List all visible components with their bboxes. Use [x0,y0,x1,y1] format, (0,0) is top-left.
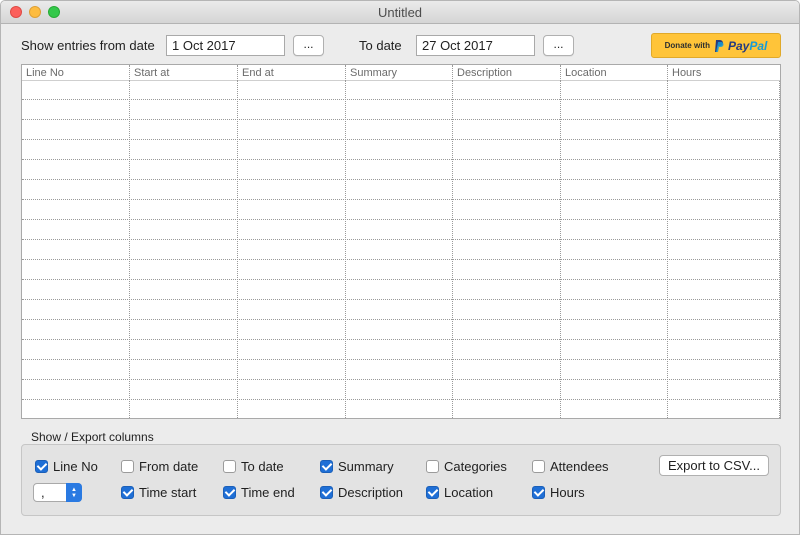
checkbox-label: Description [338,485,404,500]
checkbox-line-no[interactable]: Line No [35,459,98,474]
checkbox-label: Categories [444,459,507,474]
app-window: Untitled Show entries from date 1 Oct 20… [0,0,800,535]
checkbox-to-date[interactable]: To date [223,459,284,474]
row-divider [22,319,780,320]
checkbox-checked-icon[interactable] [320,460,333,473]
paypal-brand-b: Pal [749,38,768,53]
checkbox-label: Attendees [550,459,609,474]
updown-arrows-icon[interactable]: ▲ ▼ [66,483,82,502]
checkbox-unchecked-icon[interactable] [223,460,236,473]
checkbox-hours[interactable]: Hours [532,485,585,500]
table-header: Line No Start at End at Summary Descript… [22,65,780,81]
separator-value: , [41,485,45,500]
column-header-hours[interactable]: Hours [667,65,780,81]
donate-prefix: Donate with [664,41,710,50]
row-divider [22,219,780,220]
checkbox-label: Time start [139,485,197,500]
checkbox-checked-icon[interactable] [223,486,236,499]
checkbox-label: Time end [241,485,295,500]
from-date-field[interactable]: 1 Oct 2017 [166,35,285,56]
row-divider [22,259,780,260]
column-header-summary[interactable]: Summary [345,65,452,81]
row-divider [22,199,780,200]
checkbox-label: Line No [53,459,98,474]
checkbox-unchecked-icon[interactable] [532,460,545,473]
from-date-label: Show entries from date [21,38,155,53]
column-header-line-no[interactable]: Line No [22,65,129,81]
checkbox-categories[interactable]: Categories [426,459,507,474]
column-divider [129,81,130,418]
checkbox-label: From date [139,459,199,474]
paypal-donate-button[interactable]: Donate with PayPal [651,33,781,58]
row-divider [22,119,780,120]
checkbox-label: To date [241,459,284,474]
to-date-label: To date [359,38,402,53]
checkbox-time-end[interactable]: Time end [223,485,295,500]
column-divider [452,81,453,418]
paypal-brand-a: Pay [727,38,750,53]
checkbox-attendees[interactable]: Attendees [532,459,609,474]
export-csv-button[interactable]: Export to CSV... [659,455,769,476]
column-divider [560,81,561,418]
checkbox-label: Location [444,485,494,500]
to-date-field[interactable]: 27 Oct 2017 [416,35,535,56]
checkbox-time-start[interactable]: Time start [121,485,196,500]
checkbox-checked-icon[interactable] [532,486,545,499]
checkbox-unchecked-icon[interactable] [426,460,439,473]
row-divider [22,239,780,240]
checkbox-location[interactable]: Location [426,485,493,500]
checkbox-checked-icon[interactable] [35,460,48,473]
row-divider [22,159,780,160]
columns-group-title: Show / Export columns [31,430,154,444]
row-divider [22,139,780,140]
column-divider [779,81,780,418]
row-divider [22,99,780,100]
column-header-location[interactable]: Location [560,65,667,81]
column-divider [345,81,346,418]
window-title: Untitled [377,5,423,20]
checkbox-label: Summary [338,459,394,474]
column-divider [667,81,668,418]
row-divider [22,359,780,360]
from-date-picker-button[interactable]: ... [293,35,324,56]
checkbox-description[interactable]: Description [320,485,403,500]
row-divider [22,399,780,400]
checkbox-checked-icon[interactable] [320,486,333,499]
row-divider [22,339,780,340]
checkbox-unchecked-icon[interactable] [121,460,134,473]
paypal-logo-text: PayPal [728,39,767,53]
checkbox-checked-icon[interactable] [121,486,134,499]
checkbox-checked-icon[interactable] [426,486,439,499]
column-header-start-at[interactable]: Start at [129,65,237,81]
column-header-description[interactable]: Description [452,65,560,81]
row-divider [22,279,780,280]
row-divider [22,379,780,380]
entries-table[interactable]: Line No Start at End at Summary Descript… [21,64,781,419]
title-bar: Untitled [1,1,799,24]
row-divider [22,299,780,300]
row-divider [22,179,780,180]
paypal-icon [714,39,724,52]
checkbox-from-date[interactable]: From date [121,459,198,474]
column-divider [237,81,238,418]
checkbox-summary[interactable]: Summary [320,459,394,474]
checkbox-label: Hours [550,485,585,500]
separator-select[interactable]: , ▲ ▼ [33,483,82,502]
column-header-end-at[interactable]: End at [237,65,345,81]
to-date-picker-button[interactable]: ... [543,35,574,56]
